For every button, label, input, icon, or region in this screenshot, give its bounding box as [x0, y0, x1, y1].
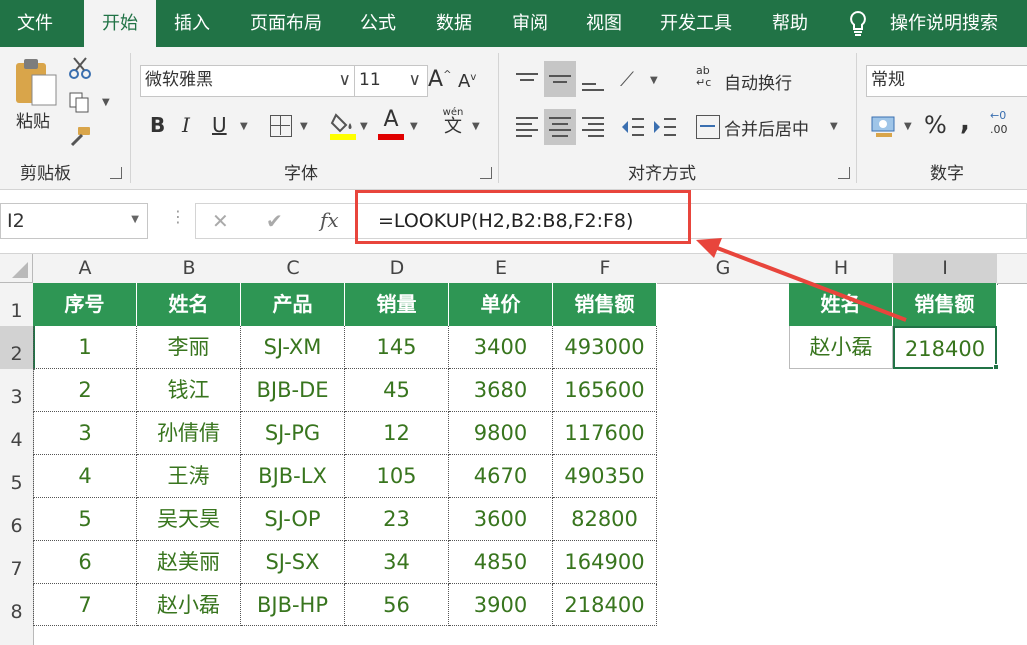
annotation-arrow-icon — [696, 238, 907, 322]
